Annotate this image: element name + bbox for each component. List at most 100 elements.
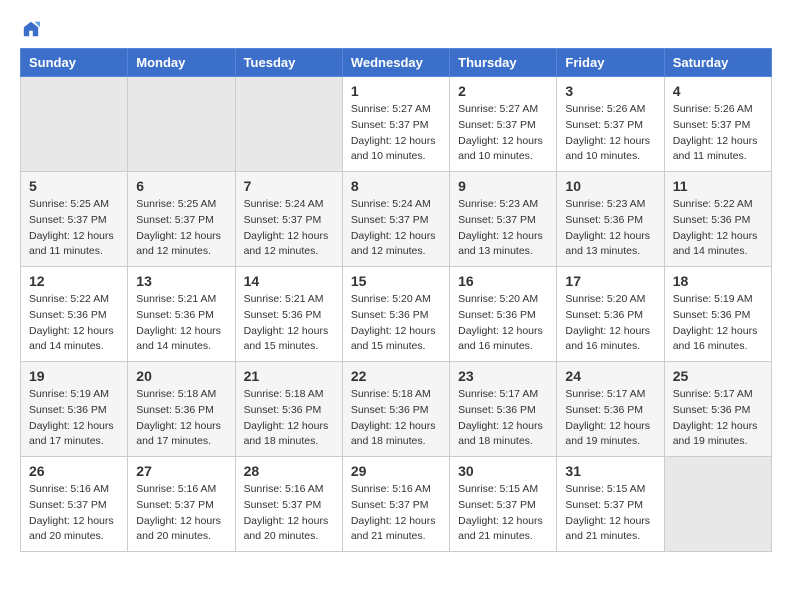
calendar-cell: 17 Sunrise: 5:20 AM Sunset: 5:36 PM Dayli… <box>557 267 664 362</box>
day-info: Sunrise: 5:20 AM Sunset: 5:36 PM Dayligh… <box>458 292 548 355</box>
day-info: Sunrise: 5:16 AM Sunset: 5:37 PM Dayligh… <box>351 482 441 545</box>
day-number: 9 <box>458 178 548 194</box>
day-number: 13 <box>136 273 226 289</box>
calendar-cell: 1 Sunrise: 5:27 AM Sunset: 5:37 PM Daylig… <box>342 77 449 172</box>
calendar-cell: 4 Sunrise: 5:26 AM Sunset: 5:37 PM Daylig… <box>664 77 771 172</box>
day-info: Sunrise: 5:27 AM Sunset: 5:37 PM Dayligh… <box>458 102 548 165</box>
day-number: 23 <box>458 368 548 384</box>
calendar-cell: 6 Sunrise: 5:25 AM Sunset: 5:37 PM Daylig… <box>128 172 235 267</box>
day-info: Sunrise: 5:24 AM Sunset: 5:37 PM Dayligh… <box>351 197 441 260</box>
day-number: 14 <box>244 273 334 289</box>
day-number: 15 <box>351 273 441 289</box>
calendar-cell: 21 Sunrise: 5:18 AM Sunset: 5:36 PM Dayli… <box>235 362 342 457</box>
calendar-cell: 11 Sunrise: 5:22 AM Sunset: 5:36 PM Dayli… <box>664 172 771 267</box>
day-number: 19 <box>29 368 119 384</box>
day-number: 8 <box>351 178 441 194</box>
logo <box>20 20 40 38</box>
calendar-cell: 2 Sunrise: 5:27 AM Sunset: 5:37 PM Daylig… <box>450 77 557 172</box>
day-info: Sunrise: 5:17 AM Sunset: 5:36 PM Dayligh… <box>458 387 548 450</box>
calendar-table: SundayMondayTuesdayWednesdayThursdayFrid… <box>20 48 772 552</box>
day-info: Sunrise: 5:20 AM Sunset: 5:36 PM Dayligh… <box>351 292 441 355</box>
day-info: Sunrise: 5:15 AM Sunset: 5:37 PM Dayligh… <box>458 482 548 545</box>
calendar-cell <box>128 77 235 172</box>
day-info: Sunrise: 5:19 AM Sunset: 5:36 PM Dayligh… <box>673 292 763 355</box>
header-wednesday: Wednesday <box>342 49 449 77</box>
calendar-cell: 27Sunrise: 5:16 AM Sunset: 5:37 PM Dayli… <box>128 457 235 552</box>
day-info: Sunrise: 5:19 AM Sunset: 5:36 PM Dayligh… <box>29 387 119 450</box>
calendar-cell: 15 Sunrise: 5:20 AM Sunset: 5:36 PM Dayli… <box>342 267 449 362</box>
day-info: Sunrise: 5:22 AM Sunset: 5:36 PM Dayligh… <box>673 197 763 260</box>
day-info: Sunrise: 5:18 AM Sunset: 5:36 PM Dayligh… <box>244 387 334 450</box>
calendar-cell: 5 Sunrise: 5:25 AM Sunset: 5:37 PM Daylig… <box>21 172 128 267</box>
calendar-cell: 10 Sunrise: 5:23 AM Sunset: 5:36 PM Dayli… <box>557 172 664 267</box>
calendar-cell: 14 Sunrise: 5:21 AM Sunset: 5:36 PM Dayli… <box>235 267 342 362</box>
calendar-cell: 16 Sunrise: 5:20 AM Sunset: 5:36 PM Dayli… <box>450 267 557 362</box>
calendar-cell <box>21 77 128 172</box>
day-info: Sunrise: 5:15 AM Sunset: 5:37 PM Dayligh… <box>565 482 655 545</box>
calendar-cell: 28Sunrise: 5:16 AM Sunset: 5:37 PM Dayli… <box>235 457 342 552</box>
day-number: 26 <box>29 463 119 479</box>
day-info: Sunrise: 5:21 AM Sunset: 5:36 PM Dayligh… <box>244 292 334 355</box>
day-number: 20 <box>136 368 226 384</box>
day-info: Sunrise: 5:17 AM Sunset: 5:36 PM Dayligh… <box>673 387 763 450</box>
day-number: 18 <box>673 273 763 289</box>
day-number: 2 <box>458 83 548 99</box>
day-number: 24 <box>565 368 655 384</box>
day-info: Sunrise: 5:25 AM Sunset: 5:37 PM Dayligh… <box>136 197 226 260</box>
calendar-cell: 20 Sunrise: 5:18 AM Sunset: 5:36 PM Dayli… <box>128 362 235 457</box>
day-number: 21 <box>244 368 334 384</box>
day-info: Sunrise: 5:18 AM Sunset: 5:36 PM Dayligh… <box>136 387 226 450</box>
day-number: 28 <box>244 463 334 479</box>
page-header <box>20 20 772 38</box>
day-info: Sunrise: 5:25 AM Sunset: 5:37 PM Dayligh… <box>29 197 119 260</box>
day-number: 12 <box>29 273 119 289</box>
day-number: 6 <box>136 178 226 194</box>
day-number: 11 <box>673 178 763 194</box>
day-number: 22 <box>351 368 441 384</box>
calendar-cell: 3 Sunrise: 5:26 AM Sunset: 5:37 PM Daylig… <box>557 77 664 172</box>
calendar-cell: 25 Sunrise: 5:17 AM Sunset: 5:36 PM Dayli… <box>664 362 771 457</box>
calendar-cell <box>235 77 342 172</box>
calendar-cell: 26 Sunrise: 5:16 AM Sunset: 5:37 PM Dayli… <box>21 457 128 552</box>
day-number: 31 <box>565 463 655 479</box>
day-number: 25 <box>673 368 763 384</box>
calendar-cell: 19 Sunrise: 5:19 AM Sunset: 5:36 PM Dayli… <box>21 362 128 457</box>
header-tuesday: Tuesday <box>235 49 342 77</box>
day-number: 27 <box>136 463 226 479</box>
day-info: Sunrise: 5:21 AM Sunset: 5:36 PM Dayligh… <box>136 292 226 355</box>
calendar-cell: 23 Sunrise: 5:17 AM Sunset: 5:36 PM Dayli… <box>450 362 557 457</box>
header-saturday: Saturday <box>664 49 771 77</box>
day-info: Sunrise: 5:23 AM Sunset: 5:36 PM Dayligh… <box>565 197 655 260</box>
calendar-cell: 30Sunrise: 5:15 AM Sunset: 5:37 PM Dayli… <box>450 457 557 552</box>
calendar-cell: 29 Sunrise: 5:16 AM Sunset: 5:37 PM Dayli… <box>342 457 449 552</box>
header-sunday: Sunday <box>21 49 128 77</box>
calendar-cell: 31 Sunrise: 5:15 AM Sunset: 5:37 PM Dayli… <box>557 457 664 552</box>
calendar-cell <box>664 457 771 552</box>
day-info: Sunrise: 5:16 AM Sunset: 5:37 PM Dayligh… <box>29 482 119 545</box>
day-number: 29 <box>351 463 441 479</box>
day-number: 16 <box>458 273 548 289</box>
day-number: 5 <box>29 178 119 194</box>
day-number: 17 <box>565 273 655 289</box>
day-number: 4 <box>673 83 763 99</box>
calendar-cell: 22 Sunrise: 5:18 AM Sunset: 5:36 PM Dayli… <box>342 362 449 457</box>
header-thursday: Thursday <box>450 49 557 77</box>
day-info: Sunrise: 5:27 AM Sunset: 5:37 PM Dayligh… <box>351 102 441 165</box>
logo-icon <box>22 20 40 38</box>
day-info: Sunrise: 5:18 AM Sunset: 5:36 PM Dayligh… <box>351 387 441 450</box>
day-number: 3 <box>565 83 655 99</box>
day-info: Sunrise: 5:23 AM Sunset: 5:37 PM Dayligh… <box>458 197 548 260</box>
day-info: Sunrise: 5:26 AM Sunset: 5:37 PM Dayligh… <box>673 102 763 165</box>
calendar-cell: 24 Sunrise: 5:17 AM Sunset: 5:36 PM Dayli… <box>557 362 664 457</box>
calendar-cell: 18 Sunrise: 5:19 AM Sunset: 5:36 PM Dayli… <box>664 267 771 362</box>
header-monday: Monday <box>128 49 235 77</box>
day-info: Sunrise: 5:24 AM Sunset: 5:37 PM Dayligh… <box>244 197 334 260</box>
day-number: 1 <box>351 83 441 99</box>
day-info: Sunrise: 5:22 AM Sunset: 5:36 PM Dayligh… <box>29 292 119 355</box>
day-info: Sunrise: 5:26 AM Sunset: 5:37 PM Dayligh… <box>565 102 655 165</box>
day-info: Sunrise: 5:20 AM Sunset: 5:36 PM Dayligh… <box>565 292 655 355</box>
day-number: 10 <box>565 178 655 194</box>
calendar-cell: 13 Sunrise: 5:21 AM Sunset: 5:36 PM Dayli… <box>128 267 235 362</box>
calendar-cell: 8 Sunrise: 5:24 AM Sunset: 5:37 PM Daylig… <box>342 172 449 267</box>
day-info: Sunrise: 5:17 AM Sunset: 5:36 PM Dayligh… <box>565 387 655 450</box>
